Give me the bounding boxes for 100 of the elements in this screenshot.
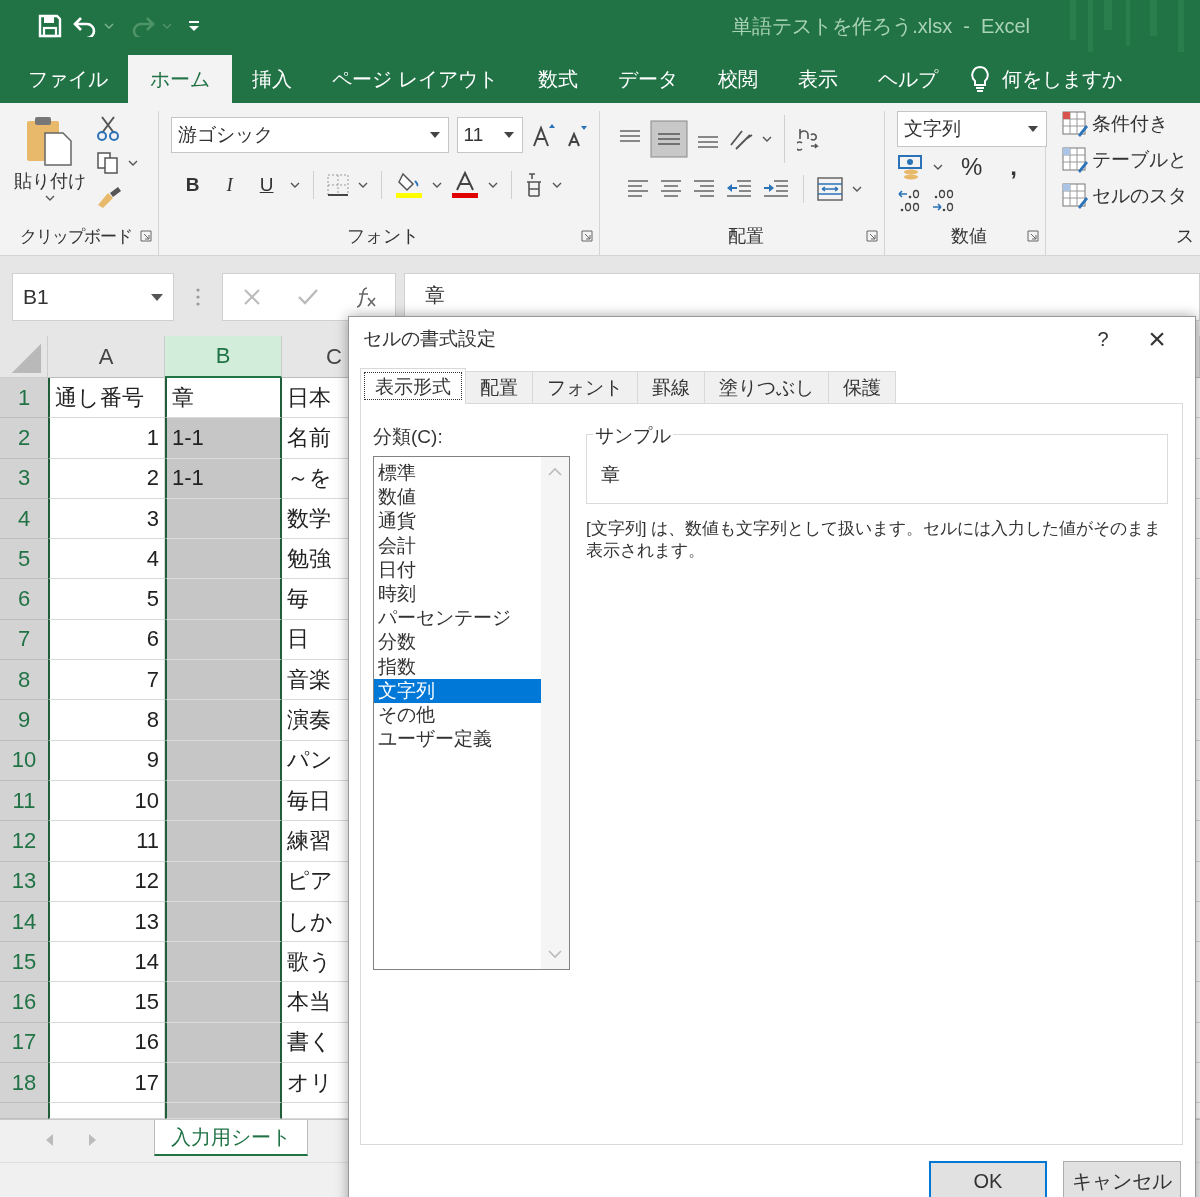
style-button[interactable]: セルのスタ — [1092, 183, 1187, 209]
bold-button[interactable]: B — [178, 171, 207, 199]
ribbon-tab[interactable]: ファイル — [8, 55, 128, 103]
column-header[interactable]: B — [165, 336, 282, 378]
function-icon[interactable] — [355, 286, 379, 308]
font-size-dropdown[interactable]: 11 — [456, 117, 523, 153]
caret-icon[interactable] — [933, 164, 943, 170]
category-item[interactable]: 日付 — [374, 557, 541, 582]
dialog-tab[interactable]: 保護 — [828, 371, 896, 403]
caret-icon[interactable] — [487, 182, 498, 188]
format-painter-icon[interactable] — [96, 185, 122, 209]
currency-icon[interactable] — [897, 154, 925, 180]
font-name-dropdown[interactable]: 游ゴシック — [170, 117, 449, 153]
row-header[interactable]: 9 — [0, 700, 48, 741]
phonetic-icon[interactable] — [524, 172, 543, 198]
row-header[interactable]: 8 — [0, 660, 48, 701]
style-button[interactable]: 条件付き — [1092, 111, 1168, 137]
close-button[interactable]: × — [1137, 319, 1177, 359]
row-header[interactable]: 10 — [0, 740, 48, 781]
merge-icon[interactable] — [816, 177, 843, 201]
tell-me-field[interactable]: 何をしますか — [995, 55, 1142, 103]
table-style-icon[interactable] — [1062, 111, 1088, 137]
font-color-icon[interactable] — [450, 171, 479, 199]
caret-icon[interactable] — [128, 160, 138, 166]
italic-button[interactable]: I — [215, 171, 244, 199]
launcher-icon[interactable] — [866, 230, 878, 242]
category-list[interactable]: 標準 数値 通貨 会計 日付 時刻 パーセンテージ 分数 指数 文字列 その他 ユーザー定義 — [373, 456, 570, 970]
caret-icon[interactable] — [851, 186, 862, 192]
row-header[interactable]: 15 — [0, 942, 48, 983]
check-icon[interactable] — [297, 288, 319, 306]
row-header[interactable]: 2 — [0, 418, 48, 459]
ribbon-tab[interactable]: データ — [597, 55, 698, 103]
formula-field[interactable]: 章 — [404, 273, 1200, 321]
ribbon-tab[interactable]: 数式 — [517, 55, 598, 103]
column-header[interactable]: A — [48, 336, 165, 378]
ribbon-tab[interactable]: ページ レイアウト — [312, 55, 518, 103]
dialog-tab[interactable]: 表示形式 — [360, 368, 466, 404]
cut-icon[interactable] — [96, 115, 120, 141]
style-button[interactable]: テーブルと — [1092, 147, 1187, 173]
sheet-tab[interactable]: 入力用シート — [154, 1120, 308, 1157]
row-header[interactable]: 12 — [0, 821, 48, 862]
row-header[interactable]: 17 — [0, 1022, 48, 1064]
row-header[interactable]: 4 — [0, 498, 48, 540]
align-center-icon[interactable] — [658, 179, 683, 199]
row-header[interactable]: 7 — [0, 619, 48, 661]
align-left-icon[interactable] — [625, 179, 650, 199]
dialog-tab[interactable]: 塗りつぶし — [704, 371, 829, 403]
launcher-icon[interactable] — [1027, 230, 1039, 242]
row-header[interactable]: 16 — [0, 982, 48, 1023]
fill-color-icon[interactable] — [394, 171, 423, 199]
category-item[interactable]: 通貨 — [374, 509, 541, 534]
table-style-icon[interactable] — [1062, 183, 1088, 209]
dialog-button[interactable]: キャンセル — [1063, 1161, 1181, 1197]
category-item[interactable]: 分数 — [374, 630, 541, 655]
caret-icon[interactable] — [357, 182, 368, 188]
caret-icon[interactable] — [431, 182, 442, 188]
increase-indent-icon[interactable] — [761, 179, 790, 199]
grip-icon[interactable] — [196, 288, 200, 306]
table-style-icon[interactable] — [1062, 147, 1088, 173]
copy-icon[interactable] — [96, 151, 120, 175]
category-item[interactable]: 時刻 — [374, 582, 541, 607]
save-icon[interactable] — [38, 14, 62, 38]
dialog-tab[interactable]: 配置 — [465, 371, 533, 403]
underline-button[interactable]: U — [252, 171, 281, 199]
lightbulb-icon[interactable] — [969, 65, 990, 93]
ribbon-tab[interactable]: ヘルプ — [857, 55, 958, 103]
row-header[interactable]: 1 — [0, 378, 48, 419]
dialog-tab[interactable]: フォント — [532, 371, 638, 403]
undo-icon[interactable] — [72, 15, 98, 37]
comma-button[interactable]: , — [1000, 153, 1027, 181]
ribbon-tab[interactable]: 校閲 — [697, 55, 778, 103]
row-header[interactable]: 11 — [0, 780, 48, 822]
row-header[interactable]: 6 — [0, 579, 48, 620]
borders-icon[interactable] — [326, 174, 349, 196]
number-format-dropdown[interactable]: 文字列 — [897, 111, 1047, 147]
launcher-icon[interactable] — [139, 230, 152, 242]
ribbon-tab[interactable]: 挿入 — [232, 55, 312, 103]
caret-icon[interactable] — [551, 182, 562, 188]
grow-font-icon[interactable] — [530, 122, 557, 148]
caret-icon[interactable] — [289, 182, 300, 188]
dialog-tab[interactable]: 罫線 — [637, 371, 705, 403]
category-item[interactable]: 標準 — [374, 461, 541, 486]
paste-button[interactable]: 貼り付け — [14, 115, 86, 217]
caret-icon[interactable] — [761, 136, 772, 142]
launcher-icon[interactable] — [580, 230, 593, 242]
help-button[interactable]: ? — [1083, 319, 1123, 359]
customize-icon[interactable] — [188, 20, 200, 32]
row-header[interactable]: 5 — [0, 539, 48, 580]
percent-button[interactable]: % — [951, 153, 993, 181]
row-header[interactable]: 14 — [0, 901, 48, 943]
row-header[interactable]: 18 — [0, 1063, 48, 1104]
name-box[interactable]: B1 — [12, 273, 174, 321]
row-header[interactable]: 13 — [0, 861, 48, 902]
align-middle-icon[interactable] — [649, 120, 688, 158]
category-item[interactable]: 文字列 — [374, 678, 541, 704]
ribbon-tab[interactable]: ホーム — [128, 55, 232, 103]
decrease-indent-icon[interactable] — [724, 179, 753, 199]
category-item[interactable]: その他 — [374, 703, 541, 728]
ribbon-tab[interactable]: 表示 — [777, 55, 858, 103]
dialog-button[interactable]: OK — [929, 1161, 1047, 1197]
